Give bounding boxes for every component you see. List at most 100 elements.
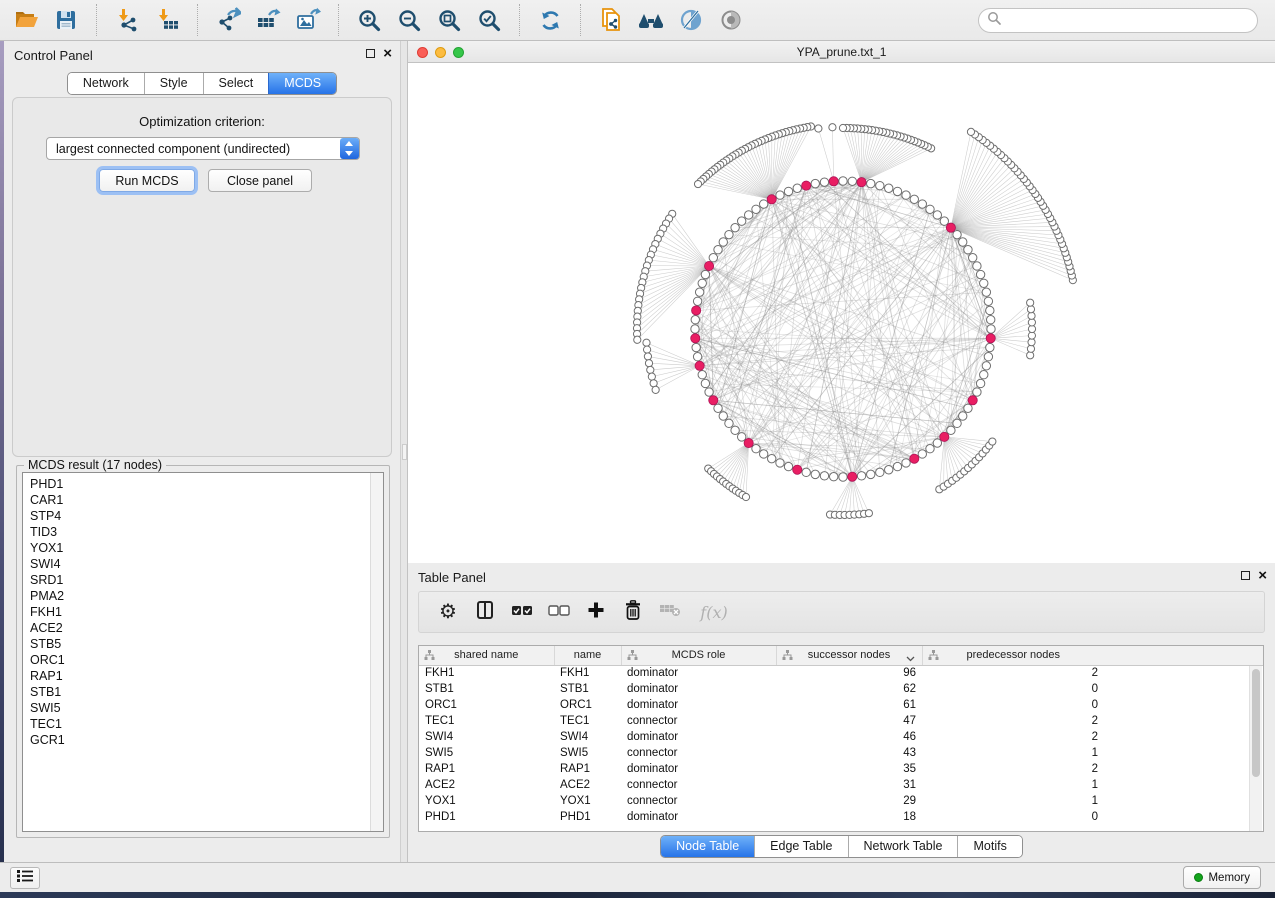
tab-select[interactable]: Select xyxy=(203,73,269,94)
table-cell[interactable]: dominator xyxy=(621,761,776,777)
graph-leaf-node[interactable] xyxy=(1027,299,1034,306)
function-builder-button[interactable]: f(x) xyxy=(692,596,736,628)
graph-leaf-node[interactable] xyxy=(694,180,701,187)
column-header-successor-nodes[interactable]: successor nodes xyxy=(776,646,922,665)
table-row[interactable]: RAP1RAP1dominator352 xyxy=(419,761,1263,777)
table-cell[interactable]: YOX1 xyxy=(419,793,554,809)
graph-node[interactable] xyxy=(701,379,709,387)
graph-node[interactable] xyxy=(980,279,988,287)
graph-hub-node[interactable] xyxy=(986,334,995,343)
table-row[interactable]: TEC1TEC1connector472 xyxy=(419,713,1263,729)
export-table-button[interactable] xyxy=(248,2,288,38)
graph-node[interactable] xyxy=(811,179,819,187)
graph-node[interactable] xyxy=(759,200,767,208)
tab-edge-table[interactable]: Edge Table xyxy=(754,836,847,857)
graph-leaf-node[interactable] xyxy=(1027,306,1034,313)
graph-node[interactable] xyxy=(876,181,884,189)
mcds-result-item[interactable]: TEC1 xyxy=(30,716,383,732)
table-cell[interactable]: SWI4 xyxy=(554,729,621,745)
column-header-name[interactable]: name xyxy=(554,646,621,665)
mcds-result-item[interactable]: PHD1 xyxy=(30,476,383,492)
graph-node[interactable] xyxy=(982,362,990,370)
graph-node[interactable] xyxy=(918,200,926,208)
tab-network-table[interactable]: Network Table xyxy=(848,836,958,857)
graph-node[interactable] xyxy=(752,445,760,453)
table-cell[interactable]: FKH1 xyxy=(554,665,621,681)
column-panel-button[interactable] xyxy=(470,596,500,628)
graph-node[interactable] xyxy=(768,454,776,462)
graph-leaf-node[interactable] xyxy=(647,366,654,373)
graph-hub-node[interactable] xyxy=(829,177,838,186)
graph-node[interactable] xyxy=(725,419,733,427)
mcds-result-item[interactable]: CAR1 xyxy=(30,492,383,508)
graph-leaf-node[interactable] xyxy=(742,493,749,500)
table-row[interactable]: ORC1ORC1dominator610 xyxy=(419,697,1263,713)
graph-node[interactable] xyxy=(986,343,994,351)
graph-node[interactable] xyxy=(725,230,733,238)
search-input[interactable] xyxy=(1002,12,1257,30)
table-cell[interactable]: RAP1 xyxy=(419,761,554,777)
graph-node[interactable] xyxy=(959,412,967,420)
graph-leaf-node[interactable] xyxy=(1027,352,1034,359)
column-header-predecessor-nodes[interactable]: predecessor nodes xyxy=(922,646,1104,665)
graph-hub-node[interactable] xyxy=(692,306,701,315)
table-cell[interactable]: 46 xyxy=(776,729,922,745)
table-cell[interactable]: dominator xyxy=(621,697,776,713)
tab-network[interactable]: Network xyxy=(68,73,144,94)
graph-node[interactable] xyxy=(885,466,893,474)
refresh-button[interactable] xyxy=(530,2,570,38)
table-row[interactable]: STB1STB1dominator620 xyxy=(419,681,1263,697)
mcds-result-item[interactable]: ACE2 xyxy=(30,620,383,636)
clone-network-button[interactable] xyxy=(591,2,631,38)
graph-node[interactable] xyxy=(784,462,792,470)
graph-node[interactable] xyxy=(719,238,727,246)
table-cell[interactable]: FKH1 xyxy=(419,665,554,681)
graph-node[interactable] xyxy=(987,316,995,324)
table-cell[interactable]: dominator xyxy=(621,729,776,745)
graph-node[interactable] xyxy=(959,238,967,246)
graph-node[interactable] xyxy=(691,325,699,333)
graph-node[interactable] xyxy=(714,245,722,253)
table-cell[interactable]: connector xyxy=(621,777,776,793)
close-panel-icon[interactable]: × xyxy=(383,48,392,59)
table-cell[interactable]: 61 xyxy=(776,697,922,713)
global-search-box[interactable] xyxy=(978,8,1258,33)
graph-node[interactable] xyxy=(933,211,941,219)
graph-hub-node[interactable] xyxy=(793,465,802,474)
table-cell[interactable]: 1 xyxy=(922,793,1104,809)
table-row[interactable]: ACE2ACE2connector311 xyxy=(419,777,1263,793)
tab-style[interactable]: Style xyxy=(144,73,203,94)
tab-mcds[interactable]: MCDS xyxy=(268,73,336,94)
table-scrollbar-thumb[interactable] xyxy=(1252,669,1260,777)
table-row[interactable]: YOX1YOX1connector291 xyxy=(419,793,1263,809)
graph-node[interactable] xyxy=(737,217,745,225)
graph-leaf-node[interactable] xyxy=(967,128,974,135)
graph-node[interactable] xyxy=(731,426,739,434)
table-cell[interactable]: 2 xyxy=(922,729,1104,745)
tab-node-table[interactable]: Node Table xyxy=(661,836,754,857)
graph-node[interactable] xyxy=(793,184,801,192)
graph-hub-node[interactable] xyxy=(691,334,700,343)
graph-node[interactable] xyxy=(984,353,992,361)
task-history-button[interactable] xyxy=(10,867,40,889)
memory-button[interactable]: Memory xyxy=(1183,866,1261,889)
float-table-panel-icon[interactable] xyxy=(1241,571,1250,580)
graph-node[interactable] xyxy=(802,468,810,476)
import-network-button[interactable] xyxy=(107,2,147,38)
mcds-result-item[interactable]: RAP1 xyxy=(30,668,383,684)
graph-leaf-node[interactable] xyxy=(989,438,996,445)
mcds-result-item[interactable]: FKH1 xyxy=(30,604,383,620)
split-pane-divider[interactable] xyxy=(400,41,408,862)
graph-node[interactable] xyxy=(902,191,910,199)
table-cell[interactable]: 1 xyxy=(922,777,1104,793)
run-mcds-button[interactable]: Run MCDS xyxy=(99,169,195,192)
criterion-dropdown[interactable]: largest connected component (undirected) xyxy=(46,137,360,160)
graph-leaf-node[interactable] xyxy=(643,339,650,346)
table-cell[interactable]: 47 xyxy=(776,713,922,729)
graph-hub-node[interactable] xyxy=(968,396,977,405)
graph-node[interactable] xyxy=(867,179,875,187)
table-row[interactable]: SWI4SWI4dominator462 xyxy=(419,729,1263,745)
float-panel-icon[interactable] xyxy=(366,49,375,58)
close-panel-button[interactable]: Close panel xyxy=(208,169,312,192)
node-table[interactable]: shared name name MCDS role successor nod… xyxy=(418,645,1264,832)
